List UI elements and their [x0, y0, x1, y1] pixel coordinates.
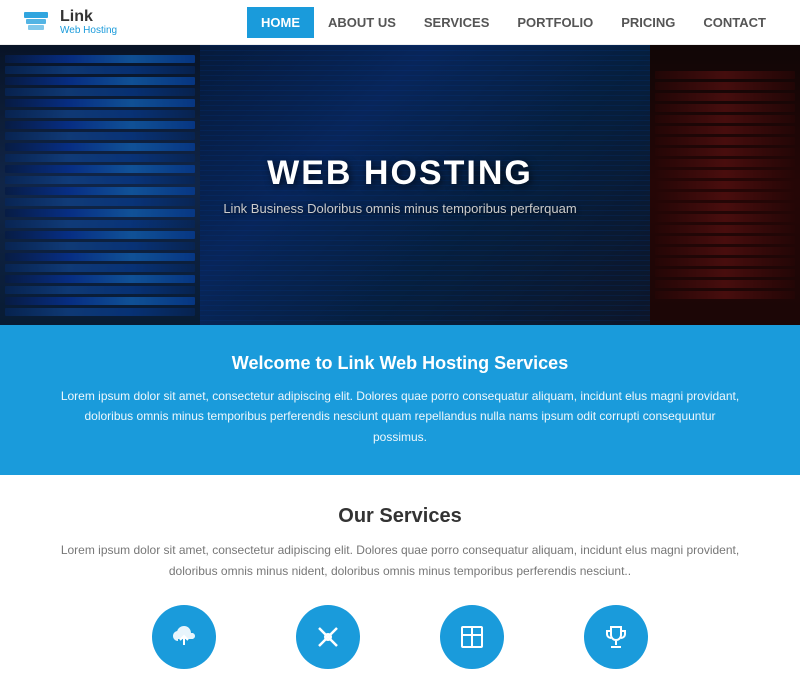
nav-services[interactable]: SERVICES	[410, 7, 504, 38]
blue-body: Lorem ipsum dolor sit amet, consectetur …	[60, 386, 740, 447]
service-trophy	[584, 605, 648, 669]
header: Link Web Hosting HOME ABOUT US SERVICES …	[0, 0, 800, 45]
hero-section: WEB HOSTING Link Business Doloribus omni…	[0, 45, 800, 325]
tools-icon[interactable]	[296, 605, 360, 669]
hero-content: WEB HOSTING Link Business Doloribus omni…	[0, 45, 800, 325]
table-icon[interactable]	[440, 605, 504, 669]
nav-pricing[interactable]: PRICING	[607, 7, 689, 38]
nav-home[interactable]: HOME	[247, 7, 314, 38]
service-cloud	[152, 605, 216, 669]
nav-contact[interactable]: CONTACT	[689, 7, 780, 38]
logo-subtext: Web Hosting	[60, 25, 117, 36]
logo-icon	[20, 6, 52, 38]
trophy-icon[interactable]	[584, 605, 648, 669]
nav-about[interactable]: ABOUT US	[314, 7, 410, 38]
nav-portfolio[interactable]: PORTFOLIO	[503, 7, 607, 38]
main-nav: HOME ABOUT US SERVICES PORTFOLIO PRICING…	[247, 7, 780, 38]
service-tools	[296, 605, 360, 669]
logo: Link Web Hosting	[20, 6, 117, 38]
services-heading: Our Services	[40, 505, 760, 528]
services-body: Lorem ipsum dolor sit amet, consectetur …	[60, 540, 740, 581]
logo-text: Link Web Hosting	[60, 8, 117, 37]
hero-subtitle: Link Business Doloribus omnis minus temp…	[223, 201, 576, 216]
services-icons	[40, 605, 760, 679]
blue-heading: Welcome to Link Web Hosting Services	[60, 353, 740, 374]
service-table	[440, 605, 504, 669]
cloud-upload-icon[interactable]	[152, 605, 216, 669]
hero-title: WEB HOSTING	[267, 154, 533, 193]
blue-section: Welcome to Link Web Hosting Services Lor…	[0, 325, 800, 475]
logo-name: Link	[60, 8, 117, 26]
services-section: Our Services Lorem ipsum dolor sit amet,…	[0, 475, 800, 699]
